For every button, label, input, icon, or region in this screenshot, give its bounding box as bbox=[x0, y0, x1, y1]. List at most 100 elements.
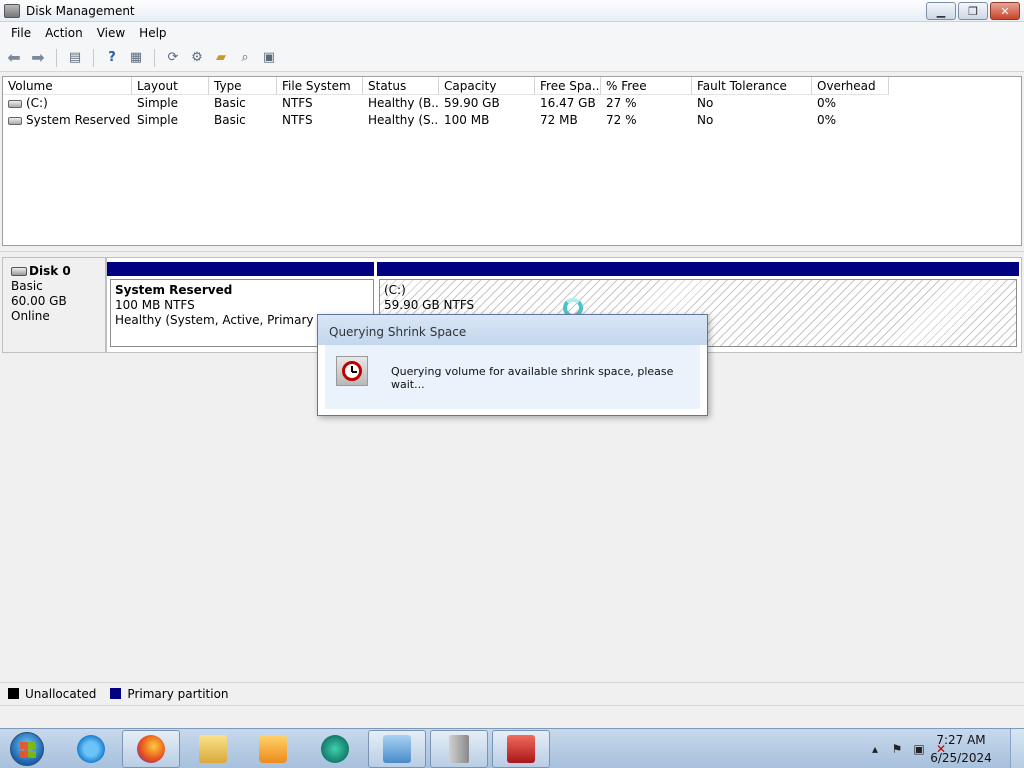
toolbar: ⬅ ➡ ▤ ? ▦ ⟳ ⚙ ▰ ⌕ ▣ bbox=[0, 44, 1024, 72]
menu-view[interactable]: View bbox=[90, 23, 132, 43]
window-title: Disk Management bbox=[26, 3, 135, 18]
clock-date[interactable]: 6/25/2024 bbox=[926, 751, 996, 765]
primary-partition-swatch bbox=[110, 688, 122, 699]
taskbar-server-manager[interactable] bbox=[430, 730, 488, 768]
taskbar-computer-management[interactable] bbox=[492, 730, 550, 768]
search-icon[interactable]: ⌕ bbox=[235, 48, 255, 68]
clock-icon bbox=[336, 356, 368, 386]
properties-icon[interactable]: ▦ bbox=[126, 48, 146, 68]
internet-explorer-icon bbox=[77, 735, 105, 763]
taskbar-firefox[interactable] bbox=[122, 730, 180, 768]
legend: Unallocated Primary partition bbox=[0, 682, 1024, 704]
taskbar-internet-explorer[interactable] bbox=[62, 730, 120, 768]
disk-0-label[interactable]: Disk 0 Basic 60.00 GB Online bbox=[2, 257, 106, 353]
cell-fault-tolerance: No bbox=[697, 113, 714, 127]
minimize-button[interactable]: ▁ bbox=[926, 2, 956, 20]
control-panel-icon bbox=[383, 735, 411, 763]
volume-icon bbox=[8, 99, 22, 108]
cell-overhead: 0% bbox=[817, 96, 837, 110]
cell-percent-free: 72 % bbox=[606, 113, 637, 127]
system-tray: ▴ ⚑ ▣ ✕ 7:27 AM 6/25/2024 bbox=[824, 729, 1024, 768]
server-icon bbox=[449, 735, 469, 763]
dialog-body: Querying volume for available shrink spa… bbox=[325, 345, 700, 409]
cell-status: Healthy (S... bbox=[368, 113, 439, 127]
show-desktop-button[interactable] bbox=[1010, 729, 1024, 768]
column-file-system[interactable]: File System bbox=[277, 77, 363, 95]
cell-overhead: 0% bbox=[817, 113, 837, 127]
column-fault-tolerance[interactable]: Fault Tolerance bbox=[692, 77, 812, 95]
toolbar-separator bbox=[93, 48, 94, 67]
cell-volume: System Reserved bbox=[3, 112, 132, 129]
show-hidden-icons-chevron-icon[interactable]: ▴ bbox=[868, 742, 882, 756]
close-button[interactable]: ✕ bbox=[990, 2, 1020, 20]
taskbar-media-player[interactable] bbox=[244, 730, 302, 768]
windows-logo-icon bbox=[10, 732, 44, 766]
querying-shrink-space-dialog[interactable]: Querying Shrink Space Querying volume fo… bbox=[317, 314, 708, 416]
back-icon[interactable]: ⬅ bbox=[4, 48, 24, 68]
title-bar: Disk Management ▁ ❐ ✕ bbox=[0, 0, 1024, 22]
cell-free-space: 16.47 GB bbox=[540, 96, 596, 110]
column-layout[interactable]: Layout bbox=[132, 77, 209, 95]
action-center-flag-icon[interactable]: ⚑ bbox=[890, 742, 904, 756]
dialog-message: Querying volume for available shrink spa… bbox=[391, 365, 674, 391]
toolbar-separator bbox=[154, 48, 155, 67]
menu-help[interactable]: Help bbox=[132, 23, 173, 43]
column-type[interactable]: Type bbox=[209, 77, 277, 95]
folder-icon bbox=[199, 735, 227, 763]
column-status[interactable]: Status bbox=[363, 77, 439, 95]
hard-disk-icon bbox=[11, 267, 27, 276]
open-folder-icon[interactable]: ▰ bbox=[211, 48, 231, 68]
console-tree-icon[interactable]: ▤ bbox=[65, 48, 85, 68]
start-button[interactable] bbox=[4, 730, 50, 768]
c-partition-bar bbox=[377, 262, 1019, 276]
column-capacity[interactable]: Capacity bbox=[439, 77, 535, 95]
taskbar-app-green[interactable] bbox=[306, 730, 364, 768]
taskbar-file-explorer[interactable] bbox=[184, 730, 242, 768]
firefox-icon bbox=[137, 735, 165, 763]
column-volume[interactable]: Volume bbox=[3, 77, 132, 95]
partition-size: 100 MB NTFS bbox=[115, 298, 195, 312]
unallocated-swatch bbox=[8, 688, 19, 699]
network-icon[interactable]: ▣ bbox=[912, 742, 926, 756]
disk-size: 60.00 GB bbox=[11, 294, 67, 308]
refresh-icon[interactable]: ⟳ bbox=[163, 48, 183, 68]
disk-name: Disk 0 bbox=[29, 264, 71, 278]
partition-name: System Reserved bbox=[115, 283, 233, 297]
disk-type: Basic bbox=[11, 279, 43, 293]
cell-capacity: 100 MB bbox=[444, 113, 490, 127]
export-list-icon[interactable]: ▣ bbox=[259, 48, 279, 68]
dialog-title: Querying Shrink Space bbox=[318, 315, 707, 345]
column-free-space[interactable]: Free Spa... bbox=[535, 77, 601, 95]
cell-file-system: NTFS bbox=[282, 96, 313, 110]
green-globe-icon bbox=[321, 735, 349, 763]
taskbar-control-panel[interactable] bbox=[368, 730, 426, 768]
cell-type: Basic bbox=[214, 96, 246, 110]
menu-file[interactable]: File bbox=[4, 23, 38, 43]
cell-type: Basic bbox=[214, 113, 246, 127]
legend-primary: Primary partition bbox=[127, 686, 229, 701]
cell-layout: Simple bbox=[137, 96, 178, 110]
maximize-button[interactable]: ❐ bbox=[958, 2, 988, 20]
cell-status: Healthy (B... bbox=[368, 96, 439, 110]
cell-file-system: NTFS bbox=[282, 113, 313, 127]
system-reserved-partition-bar bbox=[107, 262, 374, 276]
disk-management-app-icon[interactable] bbox=[4, 3, 20, 18]
settings-icon[interactable]: ⚙ bbox=[187, 48, 207, 68]
help-icon[interactable]: ? bbox=[102, 48, 122, 68]
cell-free-space: 72 MB bbox=[540, 113, 578, 127]
volume-list[interactable]: Volume Layout Type File System Status Ca… bbox=[2, 76, 1022, 246]
status-bar bbox=[0, 705, 1024, 727]
column-percent-free[interactable]: % Free bbox=[601, 77, 692, 95]
cell-volume: (C:) bbox=[3, 95, 132, 112]
cell-capacity: 59.90 GB bbox=[444, 96, 500, 110]
cell-percent-free: 27 % bbox=[606, 96, 637, 110]
clock-time[interactable]: 7:27 AM bbox=[926, 733, 996, 747]
volume-name: (C:) bbox=[26, 96, 48, 110]
legend-unallocated: Unallocated bbox=[25, 686, 97, 701]
cell-fault-tolerance: No bbox=[697, 96, 714, 110]
menu-action[interactable]: Action bbox=[38, 23, 90, 43]
volume-icon bbox=[8, 116, 22, 125]
volume-name: System Reserved bbox=[26, 113, 131, 127]
forward-icon[interactable]: ➡ bbox=[28, 48, 48, 68]
column-overhead[interactable]: Overhead bbox=[812, 77, 889, 95]
